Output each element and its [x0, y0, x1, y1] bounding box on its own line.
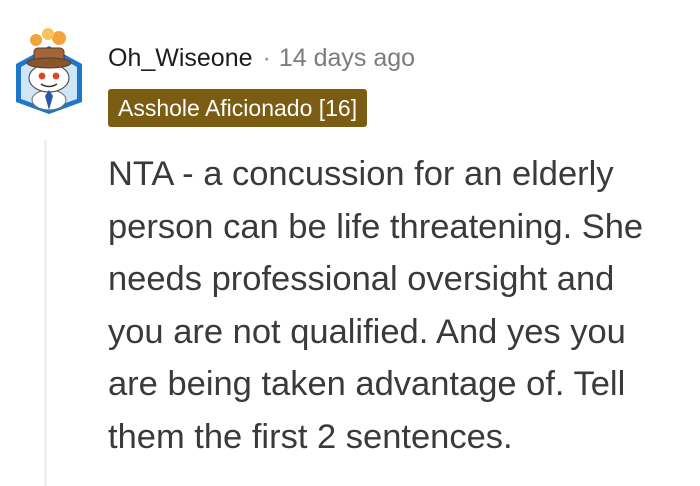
- comment-body-line: are being taken advantage of. Tell: [108, 365, 626, 403]
- comment-body-line: NTA - a concussion for an elderly: [108, 155, 614, 193]
- comment-body-line: needs professional oversight and: [108, 260, 615, 298]
- username-link[interactable]: Oh_Wiseone: [108, 44, 253, 73]
- avatar[interactable]: [12, 26, 86, 114]
- comment-body-line: you are not qualified. And yes you: [108, 312, 626, 351]
- user-flair: Asshole Aficionado [16]: [108, 89, 368, 127]
- thread-collapse-line[interactable]: [44, 140, 47, 486]
- comment-body-line: them the first 2 sentences.: [108, 417, 513, 456]
- comment-body: NTA - a concussion for an elderly person…: [108, 148, 694, 463]
- meta-separator: ·: [262, 43, 271, 72]
- comment-body-line: person can be life threatening. She: [108, 207, 644, 246]
- comment-header: Oh_Wiseone · 14 days ago: [108, 38, 415, 78]
- comment: Oh_Wiseone · 14 days ago Asshole Aficion…: [0, 0, 700, 486]
- timestamp-link[interactable]: 14 days ago: [279, 44, 415, 73]
